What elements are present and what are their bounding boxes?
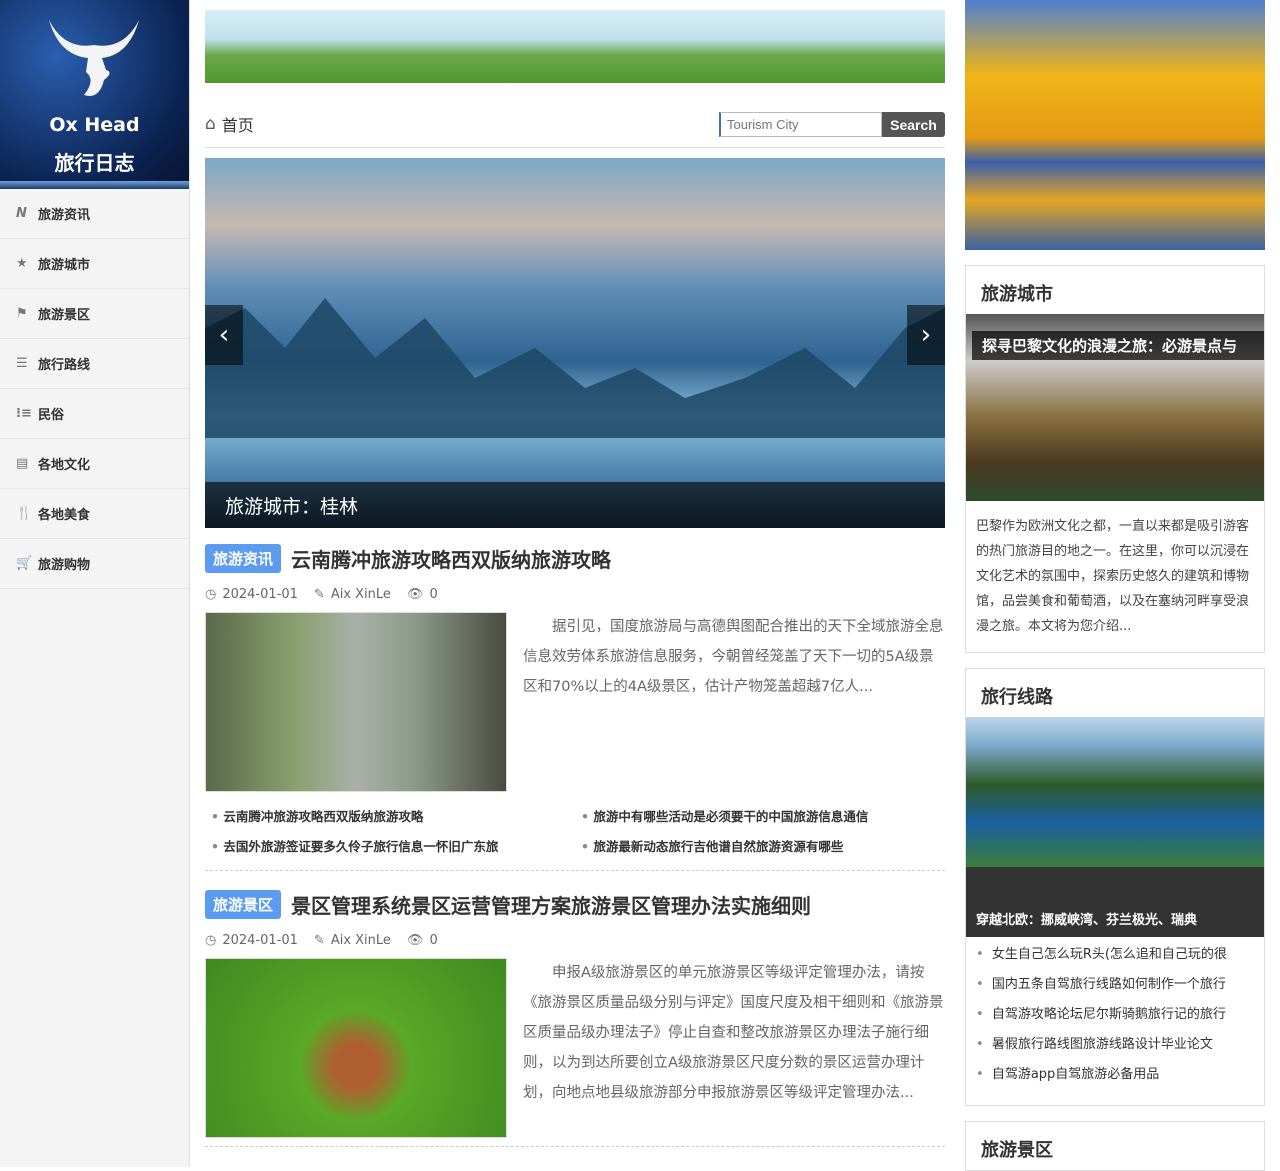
related-link[interactable]: 去国外旅游签证要多久伶子旅行信息一怀旧广东旅 <box>205 836 575 866</box>
image-slider[interactable]: ‹ › 旅游城市：桂林 <box>205 158 945 528</box>
breadcrumb: ⌂ 首页 <box>205 112 254 136</box>
article-thumbnail[interactable] <box>205 612 507 792</box>
list-item[interactable]: 暑假旅行路线图旅游线路设计毕业论文 <box>976 1035 1254 1065</box>
scenic-widget: 旅游景区 <box>965 1121 1265 1171</box>
nav-item-food[interactable]: 🍴 各地美食 <box>0 489 189 539</box>
route-caption[interactable]: 穿越北欧：挪威峡湾、芬兰极光、瑞典 <box>966 867 1264 937</box>
divider <box>205 870 945 871</box>
city-overlay-title[interactable]: 探寻巴黎文化的浪漫之旅：必游景点与 <box>972 331 1264 360</box>
nav-item-city[interactable]: ★ 旅游城市 <box>0 239 189 289</box>
slider-prev-button[interactable]: ‹ <box>205 305 243 365</box>
route-widget: 旅行线路 穿越北欧：挪威峡湾、芬兰极光、瑞典 女生自己怎么玩R头(怎么追和自己玩… <box>965 668 1265 1106</box>
related-link[interactable]: 旅游中有哪些活动是必须要干的中国旅游信息通信 <box>575 806 945 836</box>
right-sidebar: 旅游城市 探寻巴黎文化的浪漫之旅：必游景点与 巴黎作为欧洲文化之都，一直以来都是… <box>965 0 1265 1171</box>
edit-icon: ✎ <box>313 933 325 948</box>
list-item[interactable]: 国内五条自驾旅行线路如何制作一个旅行 <box>976 975 1254 1005</box>
article-title[interactable]: 景区管理系统景区运营管理方案旅游景区管理办法实施细则 <box>291 890 811 919</box>
article-excerpt: 据引见，国度旅游局与高德舆图配合推出的天下全域旅游全息信息效劳体系旅游信息服务，… <box>523 619 944 695</box>
category-tag[interactable]: 旅游景区 <box>205 889 282 919</box>
city-image[interactable]: 探寻巴黎文化的浪漫之旅：必游景点与 <box>966 314 1264 501</box>
brand-name-en: Ox Head <box>49 114 140 136</box>
search-input[interactable] <box>719 112 882 137</box>
nav-item-shopping[interactable]: 🛒 旅游购物 <box>0 539 189 589</box>
slide-image <box>205 298 945 438</box>
cart-icon: 🛒 <box>16 556 33 571</box>
article-title[interactable]: 云南腾冲旅游攻略西双版纳旅游攻略 <box>291 544 611 573</box>
breadcrumb-home[interactable]: 首页 <box>222 112 254 136</box>
nav-item-folk[interactable]: ⁝≡ 民俗 <box>0 389 189 439</box>
nav-item-scenic[interactable]: ⚑ 旅游景区 <box>0 289 189 339</box>
nav-item-culture[interactable]: ▤ 各地文化 <box>0 439 189 489</box>
widget-title: 旅游城市 <box>981 284 1053 305</box>
nav-item-route[interactable]: ☰ 旅行路线 <box>0 339 189 389</box>
related-links: 云南腾冲旅游攻略西双版纳旅游攻略 旅游中有哪些活动是必须要干的中国旅游信息通信 … <box>205 806 945 866</box>
route-list: 女生自己怎么玩R头(怎么追和自己玩的很 国内五条自驾旅行线路如何制作一个旅行 自… <box>966 937 1264 1105</box>
sidebar: Ox Head 旅行日志 N 旅游资讯 ★ 旅游城市 ⚑ 旅游景区 ☰ 旅行路线 ⁝≡ 民… <box>0 0 190 1167</box>
divider <box>205 1146 945 1147</box>
edit-icon: ✎ <box>313 587 325 602</box>
eye-icon: 👁 <box>406 933 424 948</box>
flag-icon: ⚑ <box>16 306 28 321</box>
featured-image[interactable] <box>965 0 1265 250</box>
search-form: Search <box>719 112 945 137</box>
slider-next-button[interactable]: › <box>907 305 945 365</box>
eye-icon: 👁 <box>406 587 424 602</box>
category-tag[interactable]: 旅游资讯 <box>205 543 282 573</box>
city-widget: 旅游城市 探寻巴黎文化的浪漫之旅：必游景点与 巴黎作为欧洲文化之都，一直以来都是… <box>965 265 1265 653</box>
home-icon: ⌂ <box>205 114 216 134</box>
brand-name-cn: 旅行日志 <box>54 151 135 175</box>
clock-icon: ◷ <box>205 933 217 948</box>
related-link[interactable]: 云南腾冲旅游攻略西双版纳旅游攻略 <box>205 806 575 836</box>
route-image[interactable] <box>966 717 1264 867</box>
article-item: 旅游景区 景区管理系统景区运营管理方案旅游景区管理办法实施细则 ◷ 2024-01-… <box>205 889 945 1147</box>
list-item[interactable]: 自驾游app自驾旅游必备用品 <box>976 1065 1254 1095</box>
site-logo[interactable]: Ox Head 旅行日志 <box>0 0 189 189</box>
ox-head-logo-icon <box>49 20 139 96</box>
article-meta: ◷ 2024-01-01 ✎ Aix XinLe 👁 0 <box>205 587 438 602</box>
list-bullet-icon: ⁝≡ <box>16 406 32 421</box>
sidebar-nav: N 旅游资讯 ★ 旅游城市 ⚑ 旅游景区 ☰ 旅行路线 ⁝≡ 民俗 ▤ 各地文化 🍴 各地美食… <box>0 189 189 589</box>
list-item[interactable]: 女生自己怎么玩R头(怎么追和自己玩的很 <box>976 945 1254 975</box>
list-item[interactable]: 自驾游攻略论坛尼尔斯骑鹅旅行记的旅行 <box>976 1005 1254 1035</box>
banner-image <box>205 10 945 83</box>
article-meta: ◷ 2024-01-01 ✎ Aix XinLe 👁 0 <box>205 933 438 948</box>
nav-item-news[interactable]: N 旅游资讯 <box>0 189 189 239</box>
divider <box>205 147 945 148</box>
main-content: ⌂ 首页 Search ‹ › 旅游城市：桂林 旅游资讯云南腾冲旅游攻略西双版纳… <box>205 0 945 1147</box>
widget-title: 旅游景区 <box>981 1140 1053 1161</box>
related-link[interactable]: 旅游最新动态旅行吉他谱自然旅游资源有哪些 <box>575 836 945 866</box>
slide-caption[interactable]: 旅游城市：桂林 <box>205 482 945 528</box>
star-icon: ★ <box>16 256 28 271</box>
city-excerpt: 巴黎作为欧洲文化之都，一直以来都是吸引游客的热门旅游目的地之一。在这里，你可以沉… <box>976 519 1250 634</box>
article-thumbnail[interactable] <box>205 958 507 1138</box>
search-button[interactable]: Search <box>882 112 945 137</box>
clock-icon: ◷ <box>205 587 217 602</box>
article-excerpt: 申报A级旅游景区的单元旅游景区等级评定管理办法，请按《旅游景区质量品级分别与评定… <box>523 965 944 1101</box>
list-icon: ☰ <box>16 356 28 371</box>
news-icon: N <box>16 206 27 221</box>
widget-title: 旅行线路 <box>981 687 1053 708</box>
article-item: 旅游资讯 云南腾冲旅游攻略西双版纳旅游攻略 ◷ 2024-01-01 ✎ Aix Xi… <box>205 543 945 871</box>
book-icon: ▤ <box>16 456 29 471</box>
cutlery-icon: 🍴 <box>16 506 33 521</box>
